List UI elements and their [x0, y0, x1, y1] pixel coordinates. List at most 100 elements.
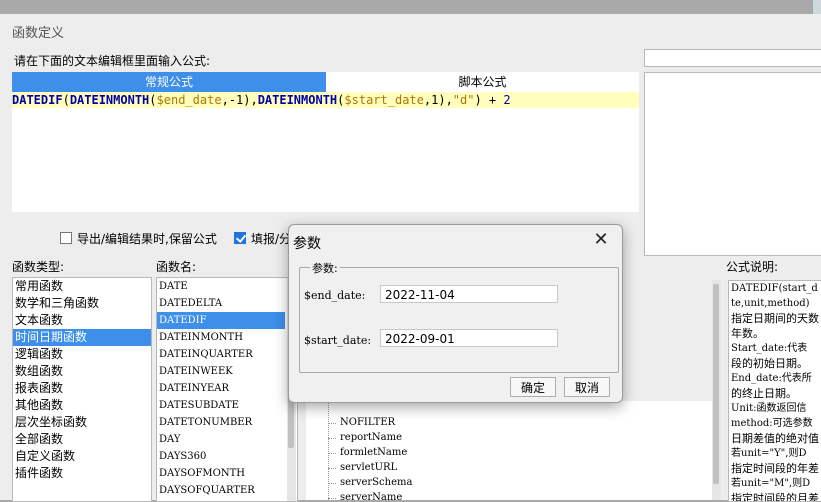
function-name-item[interactable]: DATEDIF	[157, 312, 285, 329]
function-type-item[interactable]: 常用函数	[13, 278, 151, 295]
tree-item[interactable]: servletURL	[340, 462, 397, 473]
tab-script-formula[interactable]: 脚本公式	[326, 72, 639, 92]
description-line: 指定时间段的月差	[731, 492, 819, 502]
formula-token: $end_date	[156, 93, 222, 107]
tree-guide-line	[328, 401, 329, 500]
formula-token: "d"	[452, 93, 475, 107]
formula-token: (	[149, 93, 157, 107]
function-type-item[interactable]: 数组函数	[13, 363, 151, 380]
window-title: 函数定义	[12, 26, 65, 41]
function-type-item[interactable]: 其他函数	[13, 397, 151, 414]
end-date-label: $end_date:	[304, 289, 366, 302]
function-name-item[interactable]: DAY	[157, 431, 285, 448]
function-type-item[interactable]: 报表函数	[13, 380, 151, 397]
description-line: te,unit,method)	[731, 298, 810, 309]
description-line: 日期差值的绝对值	[731, 432, 819, 445]
fill-report-checkbox[interactable]	[234, 232, 246, 244]
formula-editor[interactable]: 常规公式 脚本公式 DATEDIF(DATEINMONTH($end_date,…	[12, 72, 639, 212]
function-type-item[interactable]: 数学和三角函数	[13, 295, 151, 312]
function-name-item[interactable]: DAYS360	[157, 448, 285, 465]
formula-token: ,1),	[423, 93, 453, 107]
function-name-item[interactable]: DAYSOFQUARTER	[157, 482, 285, 499]
function-name-item[interactable]: DATEINQUARTER	[157, 346, 285, 363]
function-name-item[interactable]: DATEINYEAR	[157, 380, 285, 397]
formula-token: ,-1),	[221, 93, 258, 107]
fill-report-option[interactable]: 填报/分	[234, 230, 291, 246]
close-icon[interactable]: ✕	[587, 227, 615, 253]
function-names-label: 函数名:	[156, 260, 197, 274]
description-line: DATEDIF(start_d	[731, 283, 818, 294]
formula-description: DATEDIF(start_d te,unit,method) 指定日期间的天数 年数…	[728, 280, 821, 502]
function-types-list[interactable]: 常用函数 数学和三角函数 文本函数 时间日期函数 逻辑函数 数组函数 报表函数 其他函数 层次坐…	[12, 277, 152, 502]
parameter-tree-scrollbar[interactable]	[712, 280, 721, 500]
function-type-item[interactable]: 时间日期函数	[13, 329, 151, 346]
tree-branch-line	[328, 453, 336, 454]
ok-button[interactable]: 确定	[510, 377, 556, 397]
formula-token: 2	[503, 93, 511, 107]
tab-normal-formula[interactable]: 常规公式	[12, 72, 326, 92]
formula-token: DATEINMONTH	[257, 93, 338, 107]
formula-text-line[interactable]: DATEDIF(DATEINMONTH($end_date,-1),DATEIN…	[12, 92, 639, 108]
keep-formula-checkbox[interactable]	[60, 232, 72, 244]
description-line: 若unit="M",则D	[731, 478, 811, 489]
description-line: method:可选参数	[731, 418, 813, 429]
formula-token: (	[62, 93, 70, 107]
function-type-item[interactable]: 全部函数	[13, 431, 151, 448]
description-label: 公式说明:	[726, 260, 779, 274]
tree-branch-line	[328, 438, 336, 439]
keep-formula-option[interactable]: 导出/编辑结果时,保留公式	[60, 230, 217, 246]
function-name-item[interactable]: DATEINWEEK	[157, 363, 285, 380]
description-line: Start_date:代表	[731, 343, 808, 354]
tree-branch-line	[328, 483, 336, 484]
tree-item[interactable]: serverName	[340, 492, 402, 500]
parameter-dialog: 参数 ✕ 参数: $end_date: 2022-11-04 $start_da…	[288, 224, 623, 403]
formula-token: DATEDIF	[12, 93, 63, 107]
tree-item[interactable]: serverSchema	[340, 477, 412, 488]
function-name-item[interactable]: DATESUBDATE	[157, 397, 285, 414]
description-line: 段的初始日期。	[731, 357, 808, 370]
function-name-item[interactable]: DATETONUMBER	[157, 414, 285, 431]
description-line: 的终止日期。	[731, 387, 797, 400]
end-date-input[interactable]: 2022-11-04	[380, 285, 558, 303]
function-name-item[interactable]: DATE	[157, 278, 285, 295]
tree-branch-line	[328, 423, 336, 424]
formula-token: $start_date	[344, 93, 424, 107]
tree-item[interactable]: NOFILTER	[340, 417, 395, 428]
right-preview-area[interactable]	[644, 72, 821, 256]
keep-formula-label: 导出/编辑结果时,保留公式	[77, 231, 217, 246]
function-names-list[interactable]: DATE DATEDELTA DATEDIF DATEINMONTH DATEINQUA…	[156, 277, 298, 502]
parameter-group: 参数: $end_date: 2022-11-04 $start_date: 2…	[299, 260, 619, 373]
function-name-item[interactable]: DATEINMONTH	[157, 329, 285, 346]
tree-item[interactable]: reportName	[340, 432, 402, 443]
description-line: 若unit="Y",则D	[731, 448, 807, 459]
tree-branch-line	[328, 468, 336, 469]
start-date-label: $start_date:	[304, 334, 372, 347]
function-type-item[interactable]: 层次坐标函数	[13, 414, 151, 431]
start-date-input[interactable]: 2022-09-01	[380, 329, 558, 347]
description-line: 年数。	[731, 327, 764, 340]
dialog-title: 参数	[293, 236, 321, 252]
formula-token: DATEINMONTH	[69, 93, 150, 107]
editor-prompt: 请在下面的文本编辑框里面输入公式:	[14, 54, 211, 68]
right-search-field[interactable]	[644, 49, 821, 67]
formula-token: ) +	[474, 93, 504, 107]
description-line: 指定日期间的天数	[731, 312, 819, 325]
fill-report-label: 填报/分	[251, 231, 292, 246]
function-type-item[interactable]: 文本函数	[13, 312, 151, 329]
function-type-item[interactable]: 逻辑函数	[13, 346, 151, 363]
cancel-button[interactable]: 取消	[564, 377, 610, 397]
function-name-item[interactable]: DATEDELTA	[157, 295, 285, 312]
tree-branch-line	[328, 498, 336, 499]
parameter-group-label: 参数:	[310, 260, 340, 276]
function-name-item[interactable]: DAYSOFMONTH	[157, 465, 285, 482]
description-line: End_date:代表所	[731, 373, 812, 384]
function-type-item[interactable]: 插件函数	[13, 465, 151, 482]
parameter-tree-scroll-thumb[interactable]	[713, 284, 719, 484]
function-types-label: 函数类型:	[12, 260, 65, 274]
background-window-edge	[0, 0, 821, 20]
description-line: 指定时间段的年差	[731, 462, 819, 475]
parameter-tree[interactable]: NOFILTER reportName formletName servletURL s…	[306, 401, 712, 500]
tree-item[interactable]: formletName	[340, 447, 407, 458]
function-type-item[interactable]: 自定义函数	[13, 448, 151, 465]
description-line: Unit:函数返回信	[731, 403, 807, 414]
